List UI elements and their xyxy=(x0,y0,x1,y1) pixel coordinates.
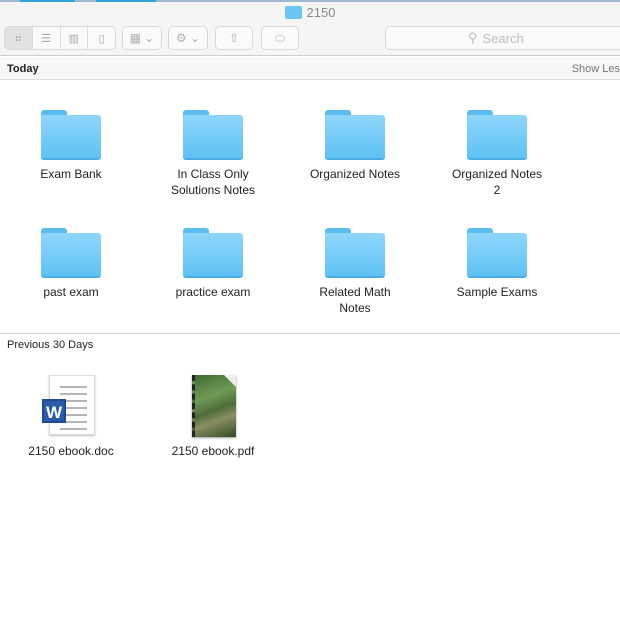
list-view-button[interactable]: ☰ xyxy=(33,27,61,49)
folder-icon xyxy=(284,6,302,19)
file-name: 2150 ebook.doc xyxy=(28,444,114,458)
coverflow-view-button[interactable]: ▯ xyxy=(88,27,115,49)
folder-icon xyxy=(41,110,101,160)
folder-icon xyxy=(183,228,243,278)
folder-name: practice exam xyxy=(175,285,251,299)
file-item[interactable]: W 2150 ebook.doc xyxy=(1,375,141,459)
arrange-icon: ▦ ⌄ xyxy=(129,31,155,45)
folder-item[interactable]: Related Math Notes xyxy=(285,228,425,316)
tag-button[interactable]: ⬭ xyxy=(261,26,299,50)
toolbar: 2150 ⠶ ☰ ▥ ▯ ▦ ⌄ ⚙ ⌄ ⇧ ⬭ ⚲ Search xyxy=(0,0,620,56)
folder-icon xyxy=(467,228,527,278)
folder-name: Organized Notes 2 xyxy=(451,167,543,197)
folder-name: Sample Exams xyxy=(456,285,538,299)
share-button[interactable]: ⇧ xyxy=(215,26,253,50)
folder-item[interactable]: past exam xyxy=(1,228,141,300)
icon-view-button[interactable]: ⠶ xyxy=(5,27,33,49)
folder-item[interactable]: Organized Notes 2 xyxy=(427,110,567,198)
folder-item[interactable]: Exam Bank xyxy=(1,110,141,182)
show-less-button[interactable]: Show Les xyxy=(572,63,620,75)
gear-icon: ⚙ ⌄ xyxy=(175,31,201,45)
folder-icon xyxy=(325,228,385,278)
view-mode-control: ⠶ ☰ ▥ ▯ xyxy=(4,26,116,50)
search-input[interactable]: ⚲ Search xyxy=(385,26,620,50)
pdf-document-icon xyxy=(192,375,236,437)
share-icon: ⇧ xyxy=(228,31,240,45)
folder-name: In Class Only Solutions Notes xyxy=(170,167,256,197)
tag-icon: ⬭ xyxy=(274,30,286,45)
folder-item[interactable]: In Class Only Solutions Notes xyxy=(143,110,283,198)
search-icon: ⚲ xyxy=(468,30,478,45)
section-divider xyxy=(0,333,620,334)
section-header-today: Today Show Les xyxy=(0,57,620,80)
folder-name: Organized Notes xyxy=(309,167,401,181)
folder-item[interactable]: Organized Notes xyxy=(285,110,425,182)
folder-icon xyxy=(41,228,101,278)
section-header-previous: Previous 30 Days xyxy=(7,339,94,351)
folder-icon xyxy=(325,110,385,160)
title-accent xyxy=(0,0,620,2)
folder-name: past exam xyxy=(43,285,99,299)
arrange-button[interactable]: ▦ ⌄ xyxy=(122,26,162,50)
file-item[interactable]: 2150 ebook.pdf xyxy=(143,375,283,459)
folder-icon xyxy=(183,110,243,160)
folder-item[interactable]: Sample Exams xyxy=(427,228,567,300)
word-logo-icon: W xyxy=(42,399,66,423)
window-title: 2150 xyxy=(0,5,620,20)
column-view-button[interactable]: ▥ xyxy=(61,27,89,49)
file-name: 2150 ebook.pdf xyxy=(171,444,255,458)
action-button[interactable]: ⚙ ⌄ xyxy=(168,26,208,50)
folder-item[interactable]: practice exam xyxy=(143,228,283,300)
folder-name: Exam Bank xyxy=(40,167,102,181)
folder-name: Related Math Notes xyxy=(319,285,391,315)
folder-icon xyxy=(467,110,527,160)
